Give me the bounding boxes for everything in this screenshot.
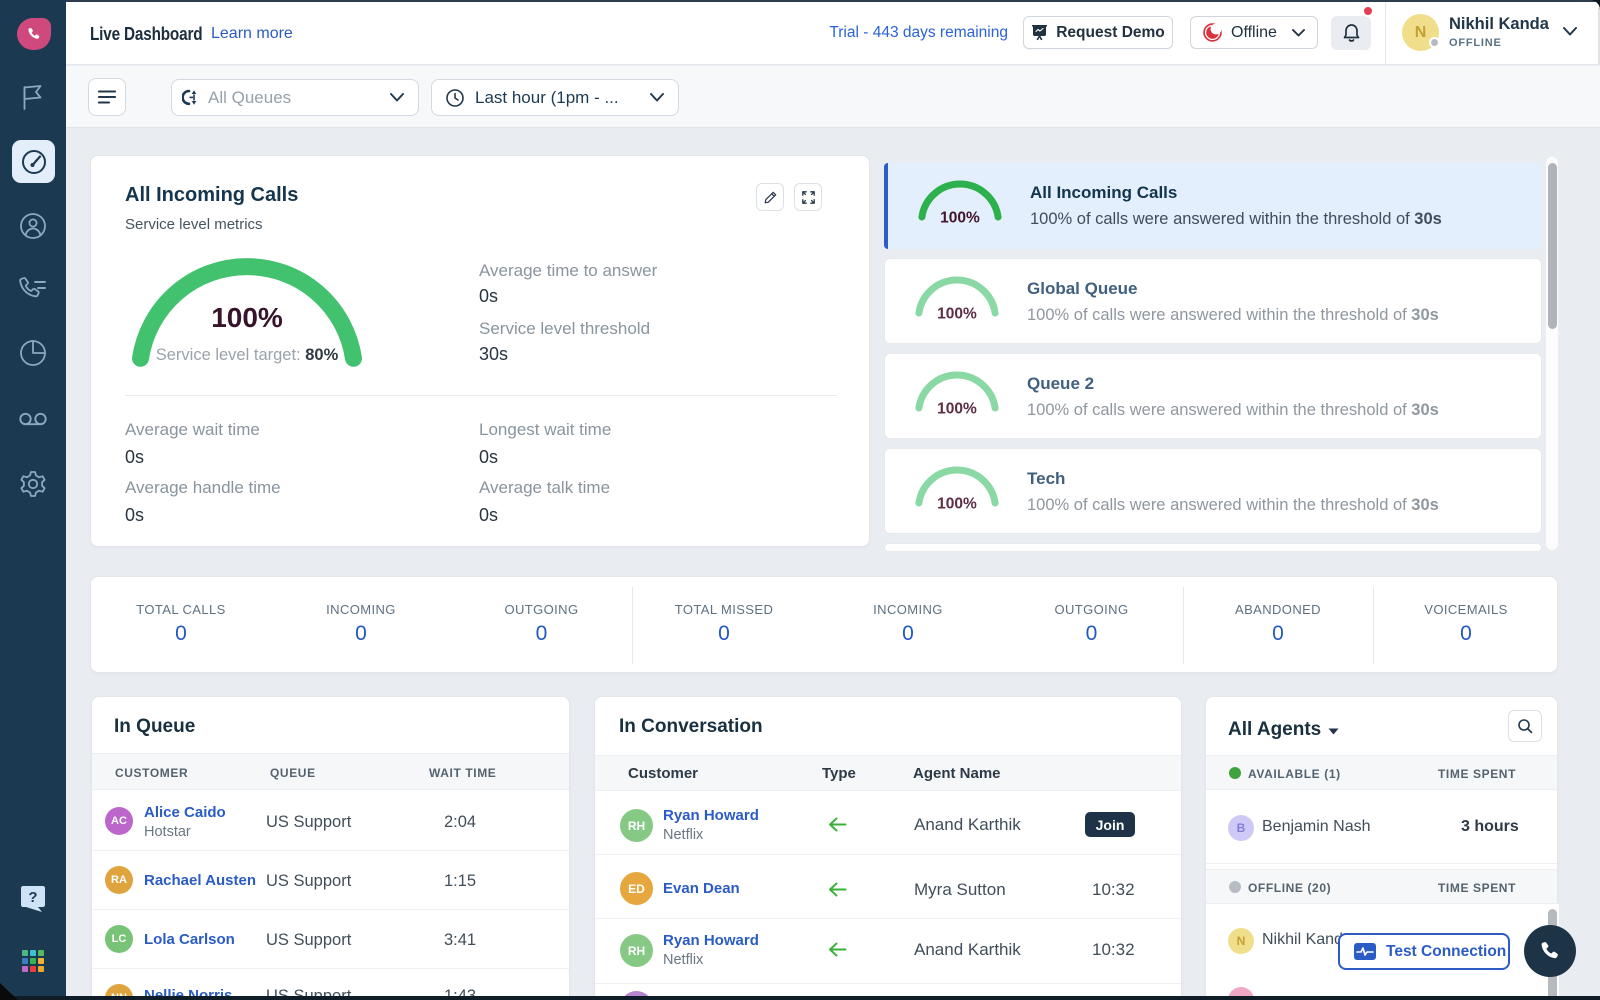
svg-text:100%: 100% <box>937 496 977 513</box>
svg-text:100%: 100% <box>940 210 980 227</box>
svg-text:?: ? <box>28 889 37 906</box>
svg-text:100%: 100% <box>937 401 977 418</box>
svg-text:100%: 100% <box>937 306 977 323</box>
